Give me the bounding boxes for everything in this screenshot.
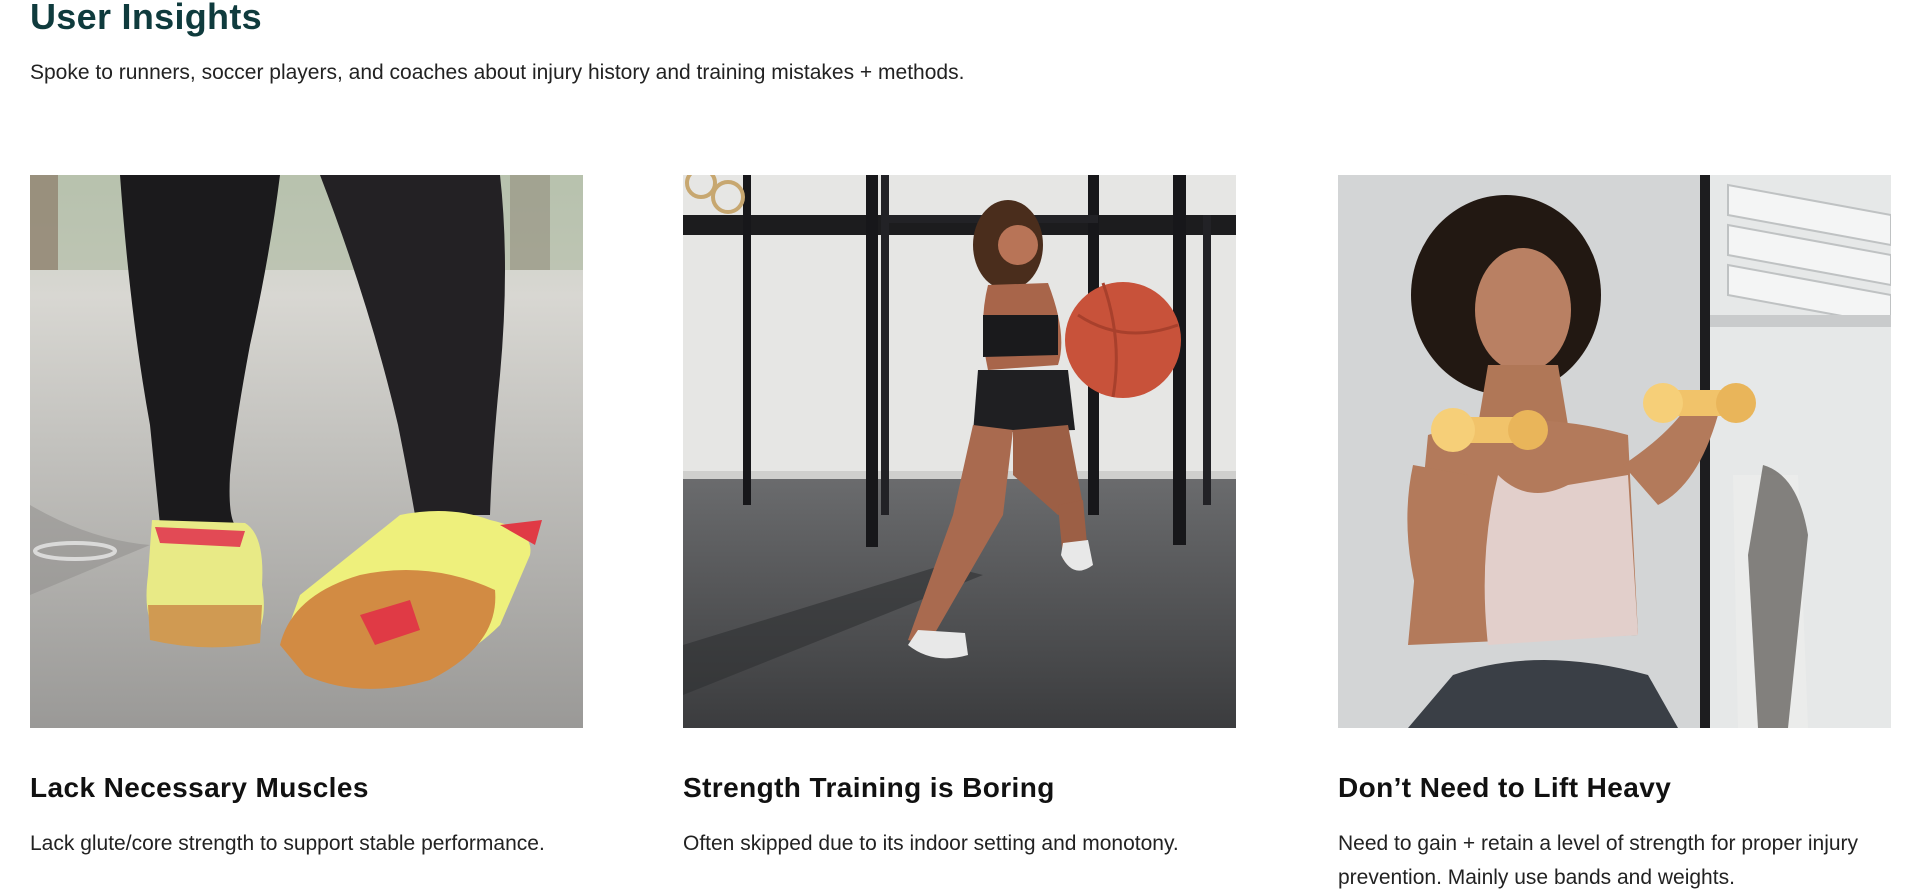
- section-title: User Insights: [30, 0, 262, 37]
- card-title: Lack Necessary Muscles: [30, 772, 369, 803]
- insight-card-muscles: Lack Necessary Muscles Lack glute/core s…: [30, 175, 583, 855]
- photo-woman-lunge-medicine-ball: [683, 175, 1236, 728]
- card-text: Often skipped due to its indoor setting …: [683, 832, 1179, 855]
- insight-card-boring: Strength Training is Boring Often skippe…: [683, 175, 1236, 855]
- card-text: Need to gain + retain a level of strengt…: [1338, 832, 1859, 889]
- card-title: Don’t Need to Lift Heavy: [1338, 772, 1672, 803]
- card-text: Lack glute/core strength to support stab…: [30, 832, 545, 855]
- insight-card-lift-heavy: Don’t Need to Lift Heavy Need to gain + …: [1338, 175, 1891, 889]
- section-subtitle: Spoke to runners, soccer players, and co…: [30, 61, 965, 84]
- photo-woman-dumbbells: [1338, 175, 1891, 728]
- photo-legs-sneakers: [30, 175, 583, 728]
- card-title: Strength Training is Boring: [683, 772, 1055, 803]
